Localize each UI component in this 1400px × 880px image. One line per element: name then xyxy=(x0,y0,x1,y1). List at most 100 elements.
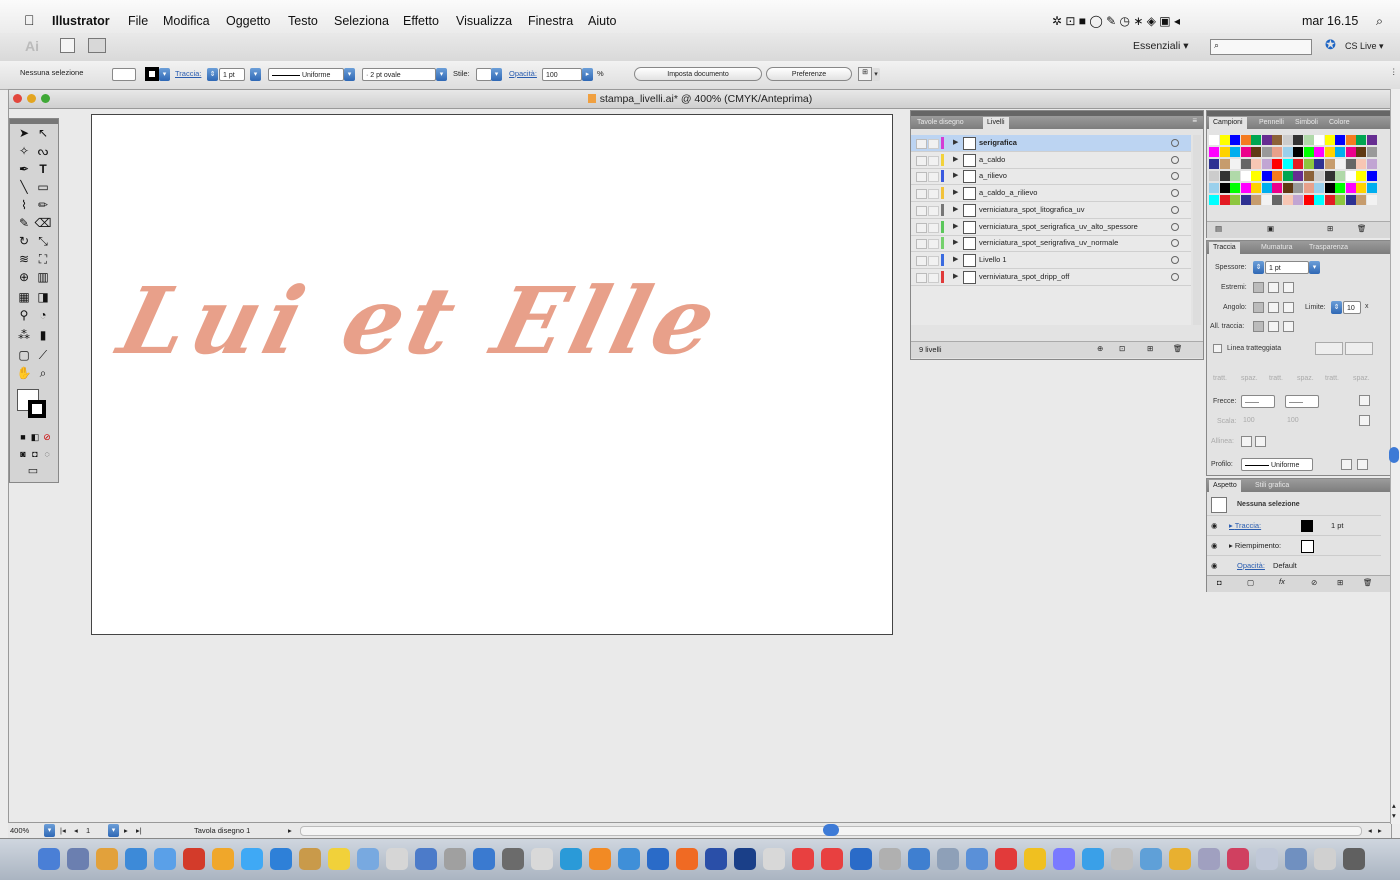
color-swatch[interactable] xyxy=(1272,159,1282,169)
weight-stepper[interactable]: ⇕ xyxy=(1253,261,1264,274)
new-sublayer-icon[interactable]: ⊞ xyxy=(1147,344,1153,353)
color-swatch[interactable] xyxy=(1356,135,1366,145)
color-swatch[interactable] xyxy=(1230,135,1240,145)
rectangle-tool-icon[interactable]: ▭ xyxy=(34,179,52,195)
layer-lock-icon[interactable] xyxy=(928,272,939,283)
color-swatch[interactable] xyxy=(1293,159,1303,169)
column-graph-tool-icon[interactable]: ▮ xyxy=(34,327,52,343)
layer-expand-icon[interactable]: ▶ xyxy=(953,168,958,184)
apple-icon[interactable]:  xyxy=(24,12,35,28)
bevel-join-button[interactable] xyxy=(1283,302,1294,313)
stroke-link[interactable]: Traccia: xyxy=(175,69,201,78)
color-swatch[interactable] xyxy=(1282,171,1293,181)
menu-finestra[interactable]: Finestra xyxy=(528,14,573,28)
tab-brushes[interactable]: Pennelli xyxy=(1255,117,1288,129)
color-swatch[interactable] xyxy=(1335,135,1345,145)
color-swatch[interactable] xyxy=(1209,135,1219,145)
dock-app-icon[interactable] xyxy=(1053,848,1075,870)
spotlight-icon[interactable]: ⌕ xyxy=(1376,14,1383,29)
menu-file[interactable]: File xyxy=(128,14,148,28)
projecting-cap-button[interactable] xyxy=(1283,282,1294,293)
document-setup-button[interactable]: Imposta documento xyxy=(634,67,762,81)
clear-appearance-icon[interactable]: ⊘ xyxy=(1311,578,1317,587)
color-swatch[interactable] xyxy=(1209,195,1219,205)
color-swatch[interactable] xyxy=(1230,195,1240,205)
tab-gradient[interactable]: Mumatura xyxy=(1257,242,1297,254)
warp-tool-icon[interactable]: ≋ xyxy=(15,251,33,267)
dock-app-icon[interactable] xyxy=(1314,848,1336,870)
color-swatch[interactable] xyxy=(1261,171,1272,181)
layer-name[interactable]: a_caldo_a_rilievo xyxy=(979,185,1037,201)
artboard-tool-icon[interactable]: ▢ xyxy=(15,347,33,363)
color-swatch[interactable] xyxy=(1324,183,1335,193)
add-fill-icon[interactable]: ▢ xyxy=(1247,578,1254,587)
layer-visibility-icon[interactable] xyxy=(916,222,927,233)
color-swatch[interactable] xyxy=(1261,147,1272,157)
color-swatch[interactable] xyxy=(1356,195,1366,205)
color-swatch[interactable] xyxy=(1366,147,1377,157)
layer-visibility-icon[interactable] xyxy=(916,239,927,250)
dock-app-icon[interactable] xyxy=(618,848,640,870)
opacity-dropdown[interactable]: ▸ xyxy=(582,68,593,81)
fill-swatch-dropdown[interactable] xyxy=(112,68,136,81)
color-swatch[interactable] xyxy=(1314,135,1324,145)
paintbrush-tool-icon[interactable]: ⌇ xyxy=(15,197,33,213)
gradient-tool-icon[interactable]: ◨ xyxy=(34,289,52,305)
color-swatch[interactable] xyxy=(1303,135,1314,145)
color-swatch[interactable] xyxy=(1366,159,1377,169)
stroke-swatch-dropdown[interactable]: ▾ xyxy=(159,68,170,81)
dock-app-icon[interactable] xyxy=(1343,848,1365,870)
color-swatch[interactable] xyxy=(1251,195,1261,205)
layer-name[interactable]: a_rilievo xyxy=(979,168,1007,184)
status-icons[interactable]: ✲ ⊡ ■ ◯ ✎ ◷ ∗ ◈ ▣ ◂ xyxy=(1052,14,1180,28)
dock-app-icon[interactable] xyxy=(299,848,321,870)
profile-dropdown[interactable]: ▾ xyxy=(344,68,355,81)
appearance-stroke-row[interactable]: ◉ ▸ Traccia: 1 pt xyxy=(1207,515,1381,536)
dock-app-icon[interactable] xyxy=(589,848,611,870)
arrange-documents-icon[interactable] xyxy=(88,38,106,53)
lasso-tool-icon[interactable]: ᔓ xyxy=(34,143,52,159)
layer-expand-icon[interactable]: ▶ xyxy=(953,135,958,151)
add-stroke-icon[interactable]: ◘ xyxy=(1217,578,1222,587)
zoom-dropdown[interactable]: ▾ xyxy=(44,824,55,837)
artboard[interactable]: Lui et Elle xyxy=(91,114,893,635)
artwork-lui-et-elle[interactable]: Lui et Elle xyxy=(106,267,732,375)
horizontal-scroll-thumb[interactable] xyxy=(823,824,839,836)
visibility-eye-icon[interactable]: ◉ xyxy=(1211,561,1218,570)
color-swatch[interactable] xyxy=(1335,147,1345,157)
layer-target-icon[interactable] xyxy=(1171,222,1179,231)
delete-layer-icon[interactable]: 🗑 xyxy=(1173,344,1183,353)
color-swatch[interactable] xyxy=(1293,183,1303,193)
screen-mode-icon[interactable]: ▭ xyxy=(24,463,42,479)
dock-app-icon[interactable] xyxy=(734,848,756,870)
align-inside-button[interactable] xyxy=(1268,321,1279,332)
dock-app-icon[interactable] xyxy=(705,848,727,870)
magic-wand-tool-icon[interactable]: ✧ xyxy=(15,143,33,159)
layer-expand-icon[interactable]: ▶ xyxy=(953,202,958,218)
delete-swatch-icon[interactable]: 🗑 xyxy=(1357,224,1367,233)
dock-app-icon[interactable] xyxy=(502,848,524,870)
color-swatch[interactable] xyxy=(1282,195,1293,205)
dock-app-icon[interactable] xyxy=(676,848,698,870)
hand-tool-icon[interactable]: ✋ xyxy=(15,365,33,381)
color-swatch[interactable] xyxy=(1282,183,1293,193)
dock-app-icon[interactable] xyxy=(937,848,959,870)
dock-app-icon[interactable] xyxy=(908,848,930,870)
menu-aiuto[interactable]: Aiuto xyxy=(588,14,617,28)
swap-arrowheads-button[interactable] xyxy=(1359,395,1370,406)
color-swatch[interactable] xyxy=(1366,195,1377,205)
layer-visibility-icon[interactable] xyxy=(916,189,927,200)
blend-tool-icon[interactable]: ◔ xyxy=(34,307,52,323)
dock-app-icon[interactable] xyxy=(444,848,466,870)
color-swatch[interactable] xyxy=(1366,135,1377,145)
color-swatch[interactable] xyxy=(1251,147,1261,157)
eyedropper-tool-icon[interactable]: ⚲ xyxy=(15,307,33,323)
dash-preserve-button[interactable] xyxy=(1315,342,1343,355)
color-swatch[interactable] xyxy=(1293,195,1303,205)
color-swatch[interactable] xyxy=(1366,171,1377,181)
appearance-fill-swatch[interactable] xyxy=(1301,540,1314,553)
dock-app-icon[interactable] xyxy=(1227,848,1249,870)
menu-visualizza[interactable]: Visualizza xyxy=(456,14,512,28)
dock-app-icon[interactable] xyxy=(154,848,176,870)
layer-lock-icon[interactable] xyxy=(928,255,939,266)
